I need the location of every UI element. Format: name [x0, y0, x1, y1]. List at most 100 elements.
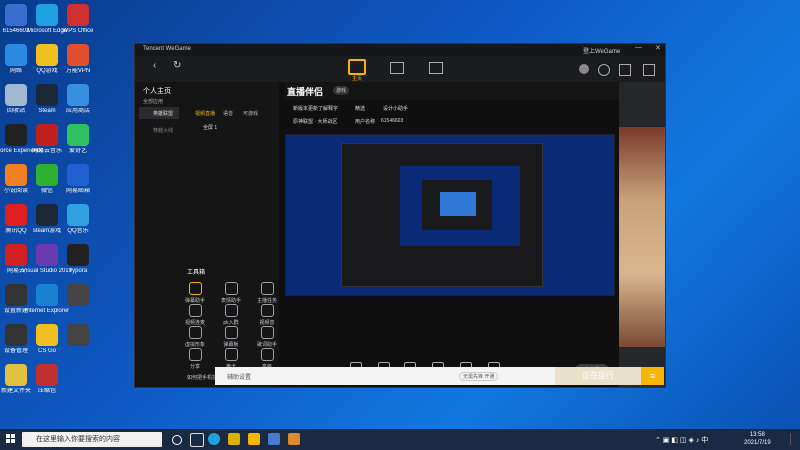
wegame-brand: Tencent WeGame: [143, 46, 191, 52]
wegame-bottom-bar: 辅助设置 无需先锋 开通: [215, 367, 555, 385]
tab-video-live[interactable]: 视频直播: [195, 110, 215, 117]
tool-label: 弹幕助手: [184, 298, 205, 304]
tab-voice[interactable]: 语音: [223, 110, 233, 117]
desktop-icon[interactable]: [49, 284, 107, 308]
tool-label: 分享: [189, 364, 200, 370]
avatar[interactable]: [579, 64, 589, 74]
desktop-icon-label: WPS Office: [62, 28, 94, 34]
desktop-icon-label: QQ音乐: [67, 228, 89, 234]
tool-item[interactable]: 歌词助手: [251, 326, 283, 348]
wegame-titlebar[interactable]: Tencent WeGame 登上WeGame — ✕: [135, 44, 665, 56]
refresh-icon[interactable]: ↻: [173, 60, 181, 71]
desktop-icon[interactable]: 应用商店: [49, 84, 107, 115]
desktop-icon[interactable]: 爱奇艺: [49, 124, 107, 155]
stream-game[interactable]: 原神联盟 · 大师战区: [293, 118, 337, 125]
desktop-icon[interactable]: 万能VPN: [49, 44, 107, 75]
app-taskbar-icon[interactable]: [268, 433, 280, 445]
tool-item[interactable]: 分享: [179, 348, 211, 370]
tool-icon: [260, 326, 274, 339]
tool-item[interactable]: 表情助手: [215, 282, 247, 304]
home-tab[interactable]: 主页: [347, 59, 367, 82]
app-icon: [67, 164, 89, 186]
clock-time: 13:58: [749, 432, 765, 438]
stream-title[interactable]: 新版本更新了解释字: [293, 105, 338, 112]
stream-category[interactable]: 精选: [355, 105, 365, 112]
scene-label[interactable]: 全屏 1: [203, 124, 217, 131]
wegame-user[interactable]: 登上WeGame: [583, 46, 620, 55]
tool-icon: [260, 304, 274, 317]
video-icon[interactable]: [429, 62, 443, 74]
wegame-taskbar-icon[interactable]: [248, 433, 260, 445]
app-logo: 直播伴侣: [287, 87, 324, 97]
assist-settings[interactable]: 辅助设置: [227, 372, 251, 381]
app-tabs: 视频直播 语音 可游戏: [183, 84, 279, 117]
tool-icon: [224, 304, 238, 317]
desktop-icon[interactable]: Typora: [49, 244, 107, 275]
tool-item[interactable]: 弹幕助手: [179, 282, 211, 304]
back-icon[interactable]: ‹: [153, 60, 156, 71]
app-icon: [67, 124, 89, 146]
sidebar-section: 全部应用: [143, 99, 164, 105]
sidebar-item-lol[interactable]: 英雄联盟: [139, 107, 179, 119]
live-companion-taskbar-icon[interactable]: [288, 433, 300, 445]
stream-helper[interactable]: 设计小助手: [383, 105, 408, 112]
taskbar-search[interactable]: 在这里输入你要搜索的内容: [22, 432, 162, 447]
desktop-icon[interactable]: 网易邮箱: [49, 164, 107, 195]
close-icon[interactable]: ✕: [655, 44, 661, 52]
app-topbar: 直播伴侣 游戏: [285, 82, 619, 100]
desktop-icon[interactable]: QQ音乐: [49, 204, 107, 235]
windows-start-icon[interactable]: [6, 434, 16, 444]
menu-icon[interactable]: ≡: [641, 367, 664, 385]
live-companion-app: 个人主页 全部应用 英雄联盟 穿越火线 视频直播 语音 可游戏 全屏 1 工具箱…: [135, 82, 619, 387]
app-icon: [67, 84, 89, 106]
explorer-icon[interactable]: [228, 433, 240, 445]
home-icon: [348, 59, 366, 75]
tool-item[interactable]: 视频连麦: [179, 304, 211, 326]
task-view-icon[interactable]: [190, 433, 204, 447]
sidebar-item-cf[interactable]: 穿越火线: [139, 124, 179, 136]
library-icon[interactable]: [390, 62, 404, 74]
start-game-button[interactable]: 正在运行: [555, 367, 641, 385]
tool-item[interactable]: 弹幕板: [215, 326, 247, 348]
tool-item[interactable]: pk入群: [215, 304, 247, 326]
app-badge[interactable]: 游戏: [333, 86, 350, 95]
desktop-icon[interactable]: WPS Office: [49, 4, 107, 35]
desktop-icon[interactable]: 压缩包: [18, 364, 76, 395]
tool-label: 视频连麦: [184, 320, 205, 326]
taskbar: 在这里输入你要搜索的内容 ⌃ ▣ ◧ ◫ ◈ ♪ 中 13:58 2021/7/…: [0, 429, 800, 450]
clock-date: 2021/7/19: [744, 440, 771, 446]
minimize-icon[interactable]: —: [635, 44, 642, 51]
gift-icon[interactable]: [643, 64, 655, 76]
settings-icon[interactable]: [619, 64, 631, 76]
wegame-window: Tencent WeGame 登上WeGame — ✕ ‹ ↻ 主页 个人主页 …: [134, 43, 666, 388]
tool-label: 主播任务: [256, 298, 277, 304]
wegame-right-panel: [619, 82, 665, 387]
app-left-panel: 个人主页 全部应用 英雄联盟 穿越火线 视频直播 语音 可游戏 全屏 1 工具箱…: [135, 82, 279, 387]
user-title: 个人主页: [143, 88, 171, 95]
app-icon: [67, 204, 89, 226]
live-preview[interactable]: [285, 134, 615, 296]
cortana-icon[interactable]: [172, 435, 182, 445]
tray-icons[interactable]: ⌃ ▣ ◧ ◫ ◈ ♪ 中: [655, 435, 708, 445]
desktop-icon-label: CS Go: [37, 348, 56, 354]
accelerator-status[interactable]: 无需先锋 开通: [459, 372, 499, 381]
stream-room-id: 61546603: [381, 118, 404, 124]
tool-icon: [188, 304, 202, 317]
tool-item[interactable]: 虚拟形象: [179, 326, 211, 348]
notification-icon[interactable]: [598, 64, 610, 76]
taskbar-search-placeholder: 在这里输入你要搜索的内容: [36, 436, 120, 443]
app-icon: [67, 4, 89, 26]
app-icon: [36, 364, 58, 386]
edge-icon[interactable]: [208, 433, 220, 445]
tool-icon: [224, 282, 238, 295]
show-desktop-button[interactable]: [790, 433, 797, 445]
tool-label: 歌词助手: [256, 342, 277, 348]
tool-label: 视频音: [259, 320, 275, 326]
desktop-icon[interactable]: [49, 324, 107, 348]
tab-game[interactable]: 可游戏: [243, 110, 258, 117]
game-banner-art: [619, 127, 665, 347]
tool-item[interactable]: 主播任务: [251, 282, 283, 304]
taskbar-clock[interactable]: 13:58 2021/7/19: [744, 431, 771, 447]
desktop-icon-label: 万能VPN: [65, 68, 91, 74]
tool-item[interactable]: 视频音: [251, 304, 283, 326]
